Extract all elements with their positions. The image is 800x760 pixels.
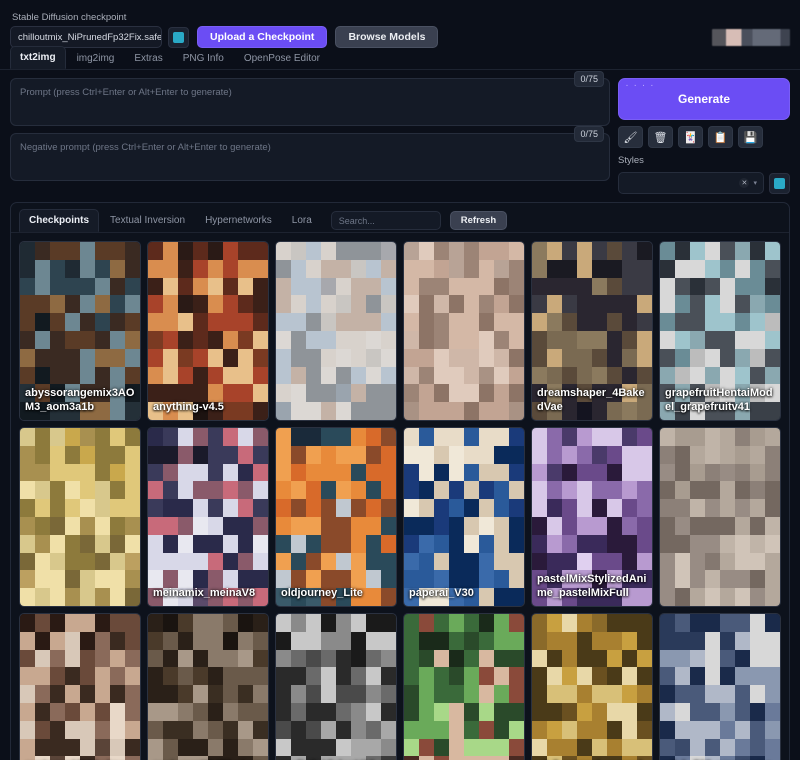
card-thumbnail	[532, 614, 652, 760]
card-title: oldjourney_Lite	[276, 582, 396, 606]
card-title: realisticVisionV13_v13	[276, 754, 396, 760]
trash-icon[interactable]: 🗑	[648, 126, 673, 148]
card-title: v2-1_768-ema-pruned	[660, 754, 780, 760]
refresh-glyph	[774, 178, 785, 189]
refresh-glyph	[173, 32, 184, 43]
prompt-tool-row: 🖌 🗑 🃏 📋 💾	[618, 126, 790, 148]
checkpoint-card[interactable]: realisticVisionV13_v13	[275, 613, 397, 760]
card-thumbnail	[276, 614, 396, 760]
upload-checkpoint-button[interactable]: Upload a Checkpoint	[197, 26, 327, 48]
generate-column: · · · · Generate 🖌 🗑 🃏 📋 💾 Styles ✕ ▾	[618, 78, 790, 194]
chevron-down-icon: ▾	[753, 179, 757, 187]
negative-token-counter: 0/75	[574, 126, 604, 142]
card-title: abyssorangemix3AOM3_aom3a1b	[20, 382, 140, 420]
card-title: meinamix_meinaV8	[148, 582, 268, 606]
card-thumbnail	[660, 614, 780, 760]
card-thumbnail	[20, 428, 140, 606]
checkpoint-group: Stable Diffusion checkpoint chilloutmix_…	[10, 12, 189, 48]
user-badge-blurred	[712, 29, 790, 46]
styles-row: ✕ ▾	[618, 172, 790, 194]
card-thumbnail	[148, 428, 268, 606]
card-title: paperai_V30	[404, 582, 524, 606]
styles-label: Styles	[618, 155, 790, 166]
search-input[interactable]: Search...	[331, 211, 441, 230]
refresh-styles-icon[interactable]	[769, 173, 790, 194]
card-thumbnail	[276, 428, 396, 606]
checkpoint-card[interactable]: grapefruitHentaiModel_grapefruitv41	[659, 241, 781, 421]
save-style-icon[interactable]: 💾	[738, 126, 763, 148]
checkpoint-card[interactable]	[403, 241, 525, 421]
negative-prompt-input[interactable]: Negative prompt (press Ctrl+Enter or Alt…	[10, 133, 610, 181]
generate-label: Generate	[678, 92, 730, 106]
browse-models-button[interactable]: Browse Models	[335, 26, 438, 48]
positive-prompt-wrap: Prompt (press Ctrl+Enter or Alt+Enter to…	[10, 78, 610, 126]
card-title: dreamshaper_4BakedVae	[532, 382, 652, 420]
card-title: pastelMixStylizedAnime_pastelMixFull	[532, 568, 652, 606]
extra-networks-tab-bar: Checkpoints Textual Inversion Hypernetwo…	[11, 203, 789, 233]
checkpoint-card[interactable]: paperai_V30	[403, 427, 525, 607]
checkpoint-card[interactable]	[659, 427, 781, 607]
checkpoint-card[interactable]: abyssorangemix3AOM3_aom3a1b	[19, 241, 141, 421]
checkpoint-card[interactable]	[275, 241, 397, 421]
card-thumbnail	[276, 242, 396, 420]
checkpoint-card[interactable]: pastelMixStylizedAnime_pastelMixFull	[531, 427, 653, 607]
checkpoint-card-grid: abyssorangemix3AOM3_aom3a1b anything-v4.5…	[11, 233, 789, 760]
checkpoint-row: chilloutmix_NiPrunedFp32Fix.safeter ▾	[10, 26, 189, 48]
checkpoint-card[interactable]: revAnimated_v11	[403, 613, 525, 760]
app-root: Stable Diffusion checkpoint chilloutmix_…	[0, 0, 800, 760]
card-thumbnail	[20, 614, 140, 760]
negative-prompt-wrap: Negative prompt (press Ctrl+Enter or Alt…	[10, 133, 610, 181]
card-thumbnail	[148, 614, 268, 760]
checkpoint-card[interactable]	[19, 427, 141, 607]
card-thumbnail	[660, 428, 780, 606]
progress-dots: · · · ·	[626, 83, 655, 90]
checkpoint-card[interactable]: v1-5-pruned-emaonly	[531, 613, 653, 760]
extra-networks-icon[interactable]: 🃏	[678, 126, 703, 148]
tab-lora[interactable]: Lora	[283, 210, 321, 231]
card-thumbnail	[148, 242, 268, 420]
main-tab-bar: txt2img img2img Extras PNG Info OpenPose…	[0, 48, 800, 70]
card-title: protogenV22Anime_22	[20, 754, 140, 760]
tab-openpose-editor[interactable]: OpenPose Editor	[235, 48, 329, 69]
card-thumbnail	[404, 428, 524, 606]
generate-button[interactable]: · · · · Generate	[618, 78, 790, 120]
checkpoint-card[interactable]: anything-v4.5	[147, 241, 269, 421]
checkpoint-card[interactable]: meinamix_meinaV8	[147, 427, 269, 607]
card-thumbnail	[404, 614, 524, 760]
checkpoint-value: chilloutmix_NiPrunedFp32Fix.safeter	[18, 32, 162, 43]
card-title: protogenX34Photorealism_1	[148, 754, 268, 760]
tab-extras[interactable]: Extras	[125, 48, 171, 69]
prompt-column: Prompt (press Ctrl+Enter or Alt+Enter to…	[10, 78, 610, 194]
refresh-checkpoint-icon[interactable]	[168, 27, 189, 48]
checkpoint-label: Stable Diffusion checkpoint	[10, 12, 189, 24]
checkpoint-card[interactable]: oldjourney_Lite	[275, 427, 397, 607]
positive-token-counter: 0/75	[574, 71, 604, 87]
tab-img2img[interactable]: img2img	[68, 48, 124, 69]
card-thumbnail	[404, 242, 524, 420]
apply-style-icon[interactable]: 📋	[708, 126, 733, 148]
top-bar: Stable Diffusion checkpoint chilloutmix_…	[0, 0, 800, 48]
card-title: grapefruitHentaiModel_grapefruitv41	[660, 382, 780, 420]
checkpoint-card[interactable]: dreamshaper_4BakedVae	[531, 241, 653, 421]
tab-hypernetworks[interactable]: Hypernetworks	[196, 210, 281, 231]
positive-prompt-input[interactable]: Prompt (press Ctrl+Enter or Alt+Enter to…	[10, 78, 610, 126]
styles-select[interactable]: ✕ ▾	[618, 172, 764, 194]
tab-textual-inversion[interactable]: Textual Inversion	[101, 210, 194, 231]
checkpoint-card[interactable]: protogenV22Anime_22	[19, 613, 141, 760]
paintbrush-icon[interactable]: 🖌	[618, 126, 643, 148]
refresh-button[interactable]: Refresh	[450, 211, 507, 230]
extra-networks-panel: Checkpoints Textual Inversion Hypernetwo…	[10, 202, 790, 760]
tab-checkpoints[interactable]: Checkpoints	[19, 209, 99, 232]
checkpoint-card[interactable]: v2-1_768-ema-pruned	[659, 613, 781, 760]
checkpoint-card[interactable]: protogenX34Photorealism_1	[147, 613, 269, 760]
tab-png-info[interactable]: PNG Info	[174, 48, 233, 69]
card-title: anything-v4.5	[148, 396, 268, 420]
close-icon[interactable]: ✕	[739, 178, 749, 188]
checkpoint-select[interactable]: chilloutmix_NiPrunedFp32Fix.safeter ▾	[10, 26, 162, 48]
card-title: v1-5-pruned-emaonly	[532, 754, 652, 760]
prompt-area: Prompt (press Ctrl+Enter or Alt+Enter to…	[0, 70, 800, 200]
tab-txt2img[interactable]: txt2img	[10, 46, 66, 69]
